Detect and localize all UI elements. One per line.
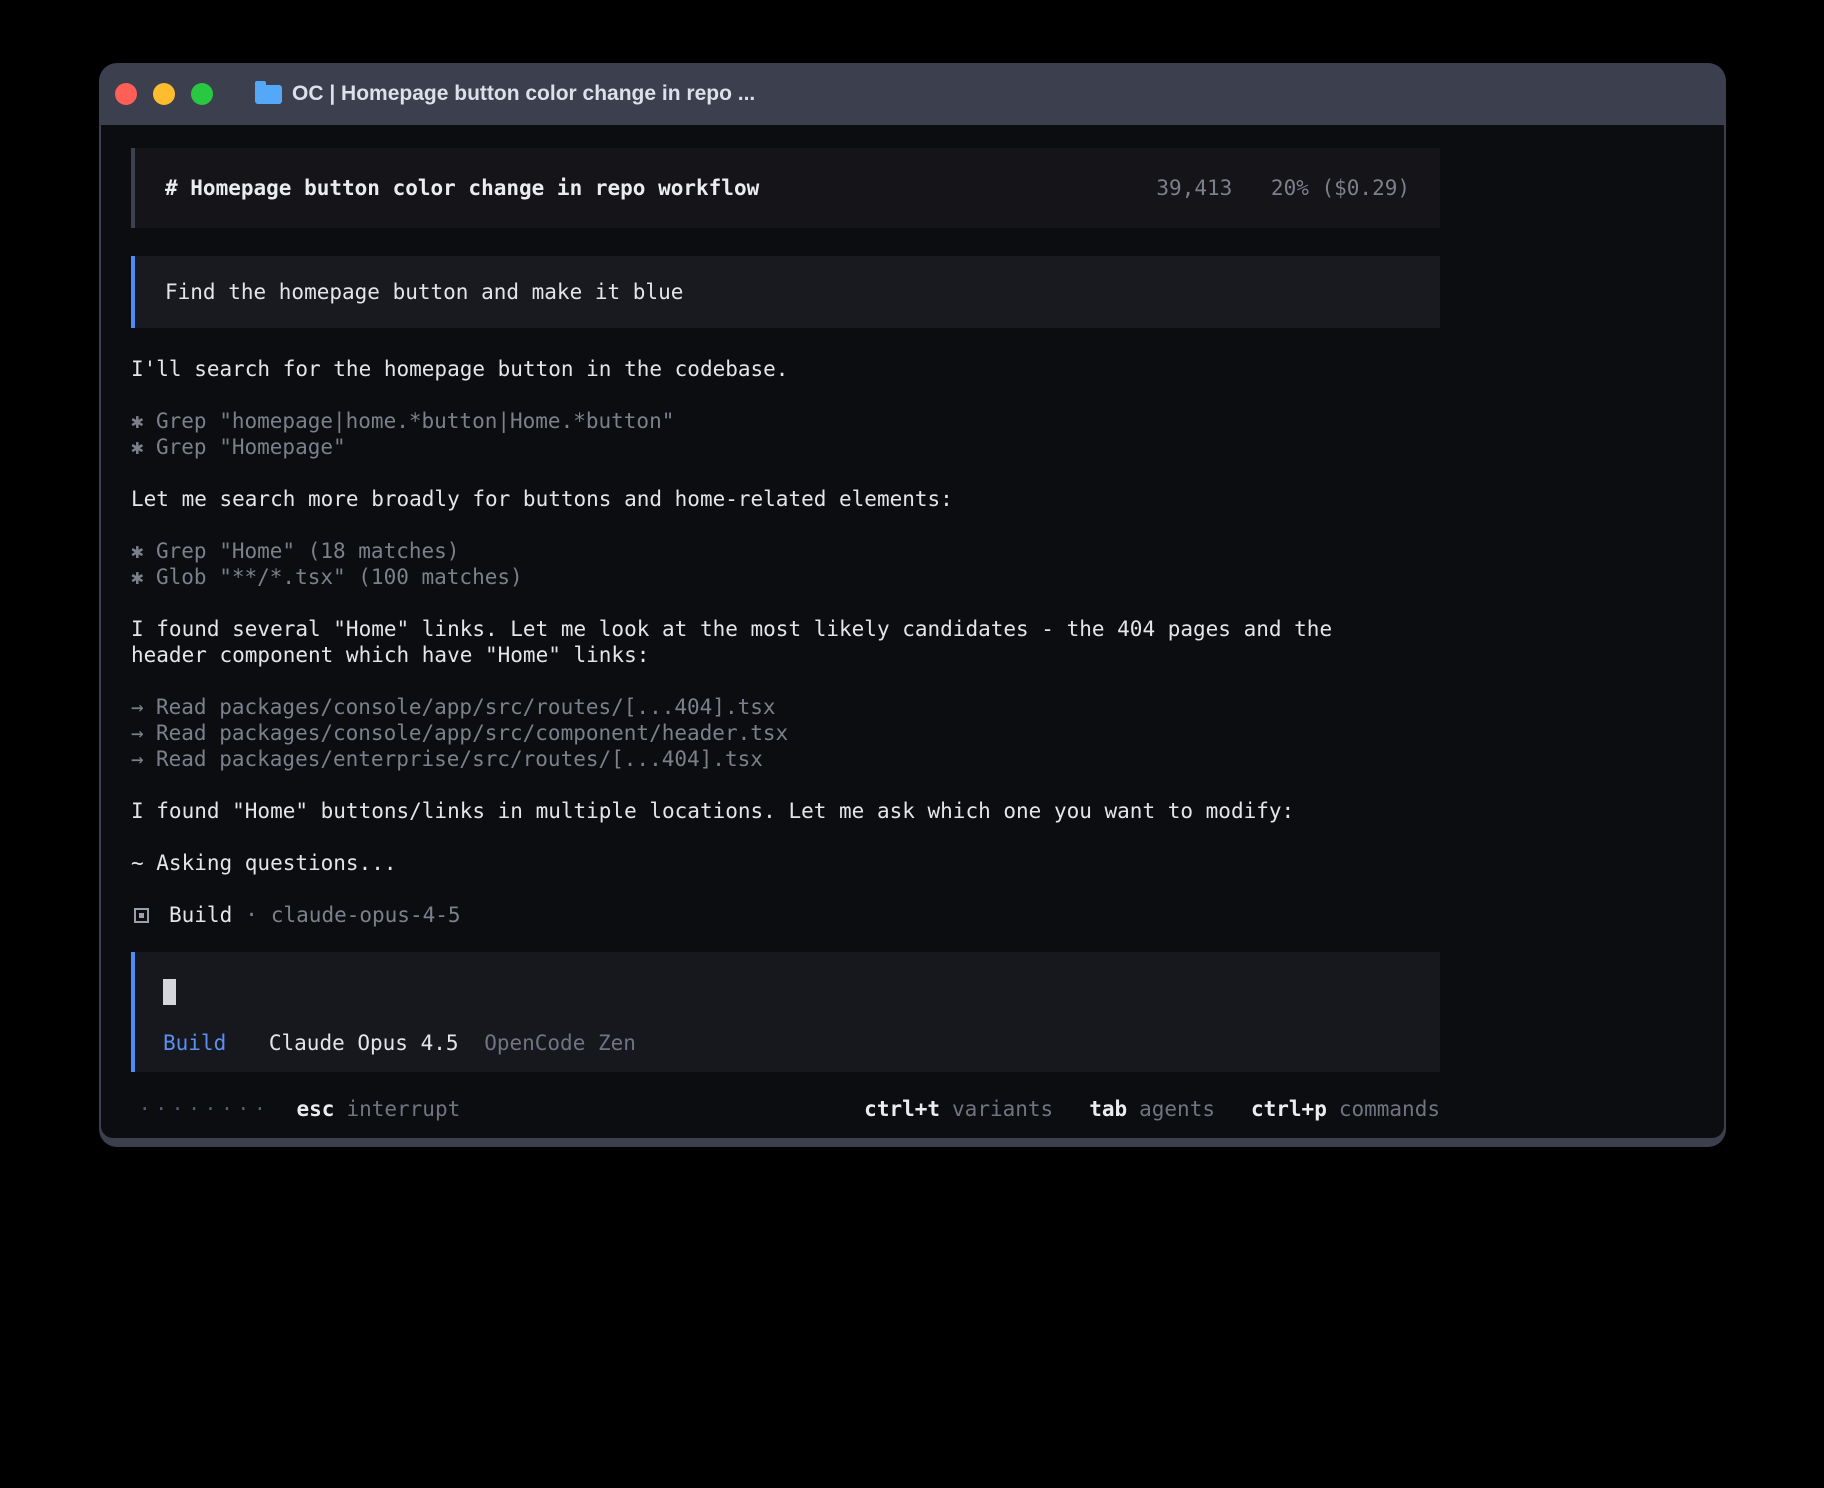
tool-label: Grep "Home" (18 matches) — [156, 539, 459, 563]
session-stats: 39,413 20% ($0.29) — [1156, 176, 1410, 200]
tool-call: ✱ Grep "Home" (18 matches) — [131, 538, 1440, 564]
tool-call-group: → Read packages/console/app/src/routes/[.… — [131, 694, 1440, 772]
shortcut-label: agents — [1139, 1097, 1215, 1121]
tool-call: ✱ Grep "Homepage" — [131, 434, 1440, 460]
session-header: # Homepage button color change in repo w… — [131, 148, 1440, 228]
tool-call: → Read packages/console/app/src/component… — [131, 720, 1440, 746]
agent-name: Build — [169, 902, 232, 928]
assistant-message: I'll search for the homepage button in t… — [131, 356, 1409, 382]
tool-call: → Read packages/console/app/src/routes/[.… — [131, 694, 1440, 720]
context-cost: 20% ($0.29) — [1271, 176, 1410, 200]
terminal-window: OC | Homepage button color change in rep… — [99, 63, 1726, 1147]
minimize-button[interactable] — [153, 83, 175, 105]
shortcut-key: ctrl+p — [1251, 1097, 1327, 1121]
tool-call-group: ✱ Grep "homepage|home.*button|Home.*butto… — [131, 408, 1440, 460]
shortcut-key: ctrl+t — [864, 1097, 940, 1121]
agent-icon — [134, 908, 149, 923]
spinner-dots: ········ — [139, 1096, 271, 1122]
read-tool-icon: → — [131, 746, 144, 772]
user-message: Find the homepage button and make it blu… — [131, 256, 1440, 328]
assistant-message: Let me search more broadly for buttons a… — [131, 486, 1409, 512]
grep-tool-icon: ✱ — [131, 434, 144, 460]
tool-call: ✱ Grep "homepage|home.*button|Home.*butto… — [131, 408, 1440, 434]
input-meta: Build Claude Opus 4.5 OpenCode Zen — [163, 1030, 1412, 1056]
tool-label: Grep "Homepage" — [156, 435, 346, 459]
shortcut-key: tab — [1089, 1097, 1127, 1121]
shortcut-label: variants — [952, 1097, 1053, 1121]
session-title: # Homepage button color change in repo w… — [165, 176, 759, 200]
shortcut-commands: ctrl+p commands — [1251, 1096, 1440, 1122]
agent-status-row: Build · claude-opus-4-5 — [131, 902, 1440, 928]
esc-key-hint: esc — [297, 1096, 335, 1122]
shortcut-hints: ctrl+t variants tab agents ctrl+p commands — [828, 1096, 1440, 1122]
shortcut-variants: ctrl+t variants — [864, 1096, 1053, 1122]
text-cursor — [163, 979, 176, 1005]
tool-label: Read packages/enterprise/src/routes/[...… — [156, 747, 763, 771]
terminal-content: # Homepage button color change in repo w… — [101, 125, 1724, 1138]
tool-call-group: ✱ Grep "Home" (18 matches) ✱ Glob "**/*.ts… — [131, 538, 1440, 590]
grep-tool-icon: ✱ — [131, 408, 144, 434]
assistant-message: I found several "Home" links. Let me loo… — [131, 616, 1409, 668]
mode-badge[interactable]: Build — [163, 1031, 226, 1055]
shortcut-agents: tab agents — [1089, 1096, 1215, 1122]
tool-call: → Read packages/enterprise/src/routes/[..… — [131, 746, 1440, 772]
tool-call: ✱ Glob "**/*.tsx" (100 matches) — [131, 564, 1440, 590]
prompt-input[interactable]: Build Claude Opus 4.5 OpenCode Zen — [131, 952, 1440, 1072]
shortcut-label: commands — [1339, 1097, 1440, 1121]
model-label: Claude Opus 4.5 — [269, 1031, 459, 1055]
zoom-button[interactable] — [191, 83, 213, 105]
assistant-message: I found "Home" buttons/links in multiple… — [131, 798, 1409, 824]
window-title: OC | Homepage button color change in rep… — [292, 82, 755, 106]
tool-label: Glob "**/*.tsx" (100 matches) — [156, 565, 523, 589]
read-tool-icon: → — [131, 720, 144, 746]
close-button[interactable] — [115, 83, 137, 105]
tool-label: Read packages/console/app/src/routes/[..… — [156, 695, 776, 719]
status-message: ~ Asking questions... — [131, 850, 1409, 876]
agent-model: claude-opus-4-5 — [271, 902, 461, 928]
tool-label: Read packages/console/app/src/component/… — [156, 721, 788, 745]
provider-label: OpenCode Zen — [484, 1031, 636, 1055]
token-count: 39,413 — [1156, 176, 1232, 200]
titlebar[interactable]: OC | Homepage button color change in rep… — [101, 63, 1724, 125]
folder-icon — [255, 85, 282, 104]
separator-dot: · — [245, 902, 258, 928]
esc-key-label: interrupt — [346, 1096, 460, 1122]
status-bar: ········ esc interrupt ctrl+t variants ta… — [131, 1096, 1440, 1122]
user-message-text: Find the homepage button and make it blu… — [165, 280, 683, 304]
grep-tool-icon: ✱ — [131, 538, 144, 564]
glob-tool-icon: ✱ — [131, 564, 144, 590]
tool-label: Grep "homepage|home.*button|Home.*button… — [156, 409, 674, 433]
read-tool-icon: → — [131, 694, 144, 720]
